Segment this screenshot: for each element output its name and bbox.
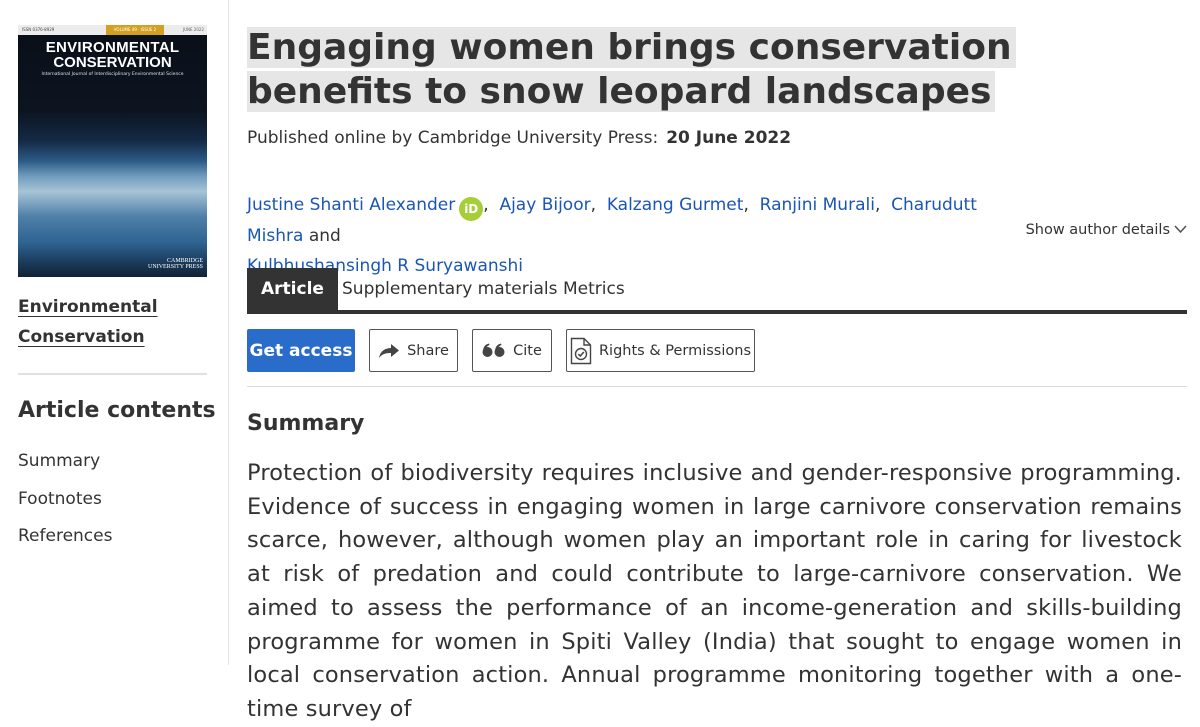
cite-label: Cite xyxy=(513,342,542,359)
article-tabs: Article Supplementary materials Metrics xyxy=(247,268,1187,314)
get-access-button[interactable]: Get access xyxy=(247,329,355,372)
sidebar-divider xyxy=(18,373,207,375)
quote-icon xyxy=(482,343,505,357)
tabs-underline xyxy=(247,310,1187,314)
published-line: Published online by Cambridge University… xyxy=(247,128,791,148)
cover-title-line2: CONSERVATION xyxy=(53,54,172,71)
share-label: Share xyxy=(407,342,449,359)
cover-volume: VOLUME 49 · ISSUE 2 xyxy=(106,25,164,35)
document-check-icon xyxy=(570,337,592,364)
cover-issn: ISSN 0376-8929 xyxy=(22,27,55,32)
toc-item-references[interactable]: References xyxy=(18,521,112,559)
author-link[interactable]: Ajay Bijoor xyxy=(499,195,590,215)
get-access-label: Get access xyxy=(249,340,353,361)
rights-permissions-label: Rights & Permissions xyxy=(598,342,752,359)
rights-permissions-button[interactable]: Rights & Permissions xyxy=(566,329,755,372)
author-link[interactable]: Kalzang Gurmet xyxy=(607,195,744,215)
article-contents-list: Summary Footnotes References xyxy=(18,446,112,559)
journal-name-link[interactable]: Environmental Conservation xyxy=(18,292,198,352)
cover-publisher-logo: CAMBRIDGE UNIVERSITY PRESS xyxy=(148,258,203,270)
tab-supplementary-materials[interactable]: Supplementary materials xyxy=(342,268,557,311)
summary-paragraph: Protection of biodiversity requires incl… xyxy=(247,460,1182,722)
article-title-text: Engaging women brings conservation benef… xyxy=(247,27,1016,112)
article-contents-heading: Article contents xyxy=(18,398,216,423)
toc-item-footnotes[interactable]: Footnotes xyxy=(18,484,112,522)
share-arrow-icon xyxy=(379,343,400,358)
share-button[interactable]: Share xyxy=(369,329,458,372)
author-link[interactable]: Justine Shanti Alexander xyxy=(247,195,455,215)
toc-item-summary[interactable]: Summary xyxy=(18,446,112,484)
published-label: Published online by Cambridge University… xyxy=(247,128,659,148)
summary-heading: Summary xyxy=(247,411,365,436)
author-conjunction: and xyxy=(308,226,341,246)
actions-divider xyxy=(247,386,1187,387)
journal-cover-image[interactable]: ISSN 0376-8929 VOLUME 49 · ISSUE 2 JUNE … xyxy=(18,25,207,277)
author-link[interactable]: Ranjini Murali xyxy=(760,195,875,215)
cite-button[interactable]: Cite xyxy=(472,329,552,372)
orcid-icon[interactable]: iD xyxy=(459,197,484,221)
sidebar: ISSN 0376-8929 VOLUME 49 · ISSUE 2 JUNE … xyxy=(0,0,229,665)
chevron-down-icon xyxy=(1174,225,1187,234)
show-author-details-label: Show author details xyxy=(1025,222,1170,238)
cover-title-line1: ENVIRONMENTAL xyxy=(45,39,180,56)
tab-article[interactable]: Article xyxy=(247,268,338,311)
cover-date: JUNE 2022 xyxy=(182,27,204,32)
published-date: 20 June 2022 xyxy=(666,128,792,148)
cover-subtitle: International Journal of Interdisciplina… xyxy=(41,72,184,77)
show-author-details-toggle[interactable]: Show author details xyxy=(1026,222,1187,238)
tab-metrics[interactable]: Metrics xyxy=(563,268,625,311)
article-title: Engaging women brings conservation benef… xyxy=(247,26,1187,114)
